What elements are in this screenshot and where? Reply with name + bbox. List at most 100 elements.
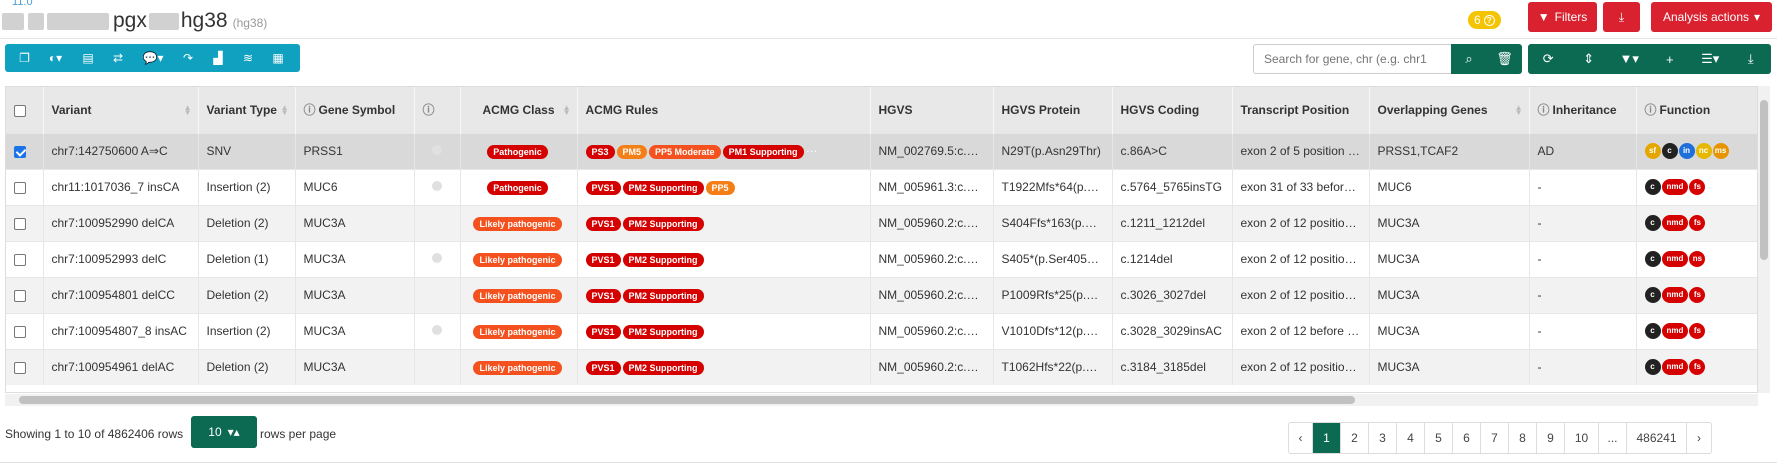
search-input[interactable] [1253, 44, 1451, 74]
share-icon[interactable]: ↷ [173, 44, 203, 72]
variant-cell[interactable]: chr7:100954807_8 insAC [43, 312, 199, 349]
row-checkbox[interactable] [14, 181, 26, 194]
acmg-class-badge: Pathogenic [487, 180, 548, 195]
row-select-cell[interactable] [6, 348, 44, 385]
column-header-acmg-class[interactable]: ACMG Class ▲ ▼ [460, 87, 578, 133]
acmg-rule-badge: PP5 Moderate [649, 144, 721, 159]
page-button[interactable]: 9 [1537, 423, 1565, 453]
question-icon: ? [1483, 14, 1495, 26]
calculator-icon[interactable]: ▦ [263, 44, 293, 72]
variant-cell[interactable]: chr7:142750600 A⇒C [43, 132, 199, 169]
page-button[interactable]: 486241 [1627, 423, 1687, 453]
hgvs-cell: NM_005960.2:c.3184_3185del [870, 348, 994, 385]
gene-symbol-cell[interactable]: MUC6 [295, 168, 415, 205]
search-button[interactable]: ⌕ [1451, 44, 1487, 74]
column-header-inheritance[interactable]: ⓘ Inheritance [1529, 87, 1637, 133]
row-checkbox[interactable] [14, 289, 26, 302]
row-select-cell[interactable] [6, 168, 44, 205]
page-button[interactable]: 6 [1453, 423, 1481, 453]
row-checkbox[interactable] [14, 325, 26, 338]
horizontal-scrollbar[interactable] [5, 394, 1758, 406]
swap-icon[interactable]: ⇄ [103, 44, 133, 72]
page-button[interactable]: 1 [1313, 423, 1341, 453]
page-button[interactable]: 8 [1509, 423, 1537, 453]
scrollbar-thumb[interactable] [19, 396, 1355, 404]
row-checkbox[interactable] [14, 253, 26, 266]
export-csv-icon[interactable]: ▤ [73, 44, 103, 72]
refresh-icon[interactable]: ⟳ [1528, 51, 1569, 67]
vertical-scrollbar[interactable] [1758, 86, 1770, 393]
filters-button[interactable]: ▼ Filters [1528, 2, 1597, 32]
column-header-hgvs-protein[interactable]: HGVS Protein [993, 87, 1113, 133]
gene-symbol-cell[interactable]: MUC3A [295, 240, 415, 277]
status-dot-cell [414, 132, 461, 169]
column-header-info[interactable]: ⓘ [414, 87, 461, 133]
table-row[interactable]: chr11:1017036_7 insCA Insertion (2) MUC6 Pa… [6, 168, 1757, 205]
scrollbar-thumb[interactable] [1760, 100, 1768, 260]
row-select-cell[interactable] [6, 204, 44, 241]
row-checkbox[interactable] [14, 145, 26, 158]
table-row[interactable]: chr7:100954801 delCC Deletion (2) MUC3A Lik… [6, 276, 1757, 313]
hgvs-coding-cell: c.3028_3029insAC [1112, 312, 1233, 349]
column-header-gene-symbol[interactable]: ⓘ Gene Symbol [295, 87, 415, 133]
page-button[interactable]: 7 [1481, 423, 1509, 453]
analysis-actions-button[interactable]: Analysis actions ▾ [1651, 2, 1772, 32]
table-row[interactable]: chr7:100954961 delAC Deletion (2) MUC3A Lik… [6, 348, 1757, 385]
column-header-hgvs-coding[interactable]: HGVS Coding [1112, 87, 1233, 133]
redacted-text [47, 12, 109, 30]
rows-per-page-select[interactable]: 10 ▾▴ [191, 416, 257, 448]
page-button[interactable]: 3 [1369, 423, 1397, 453]
page-button[interactable]: 2 [1341, 423, 1369, 453]
variant-cell[interactable]: chr11:1017036_7 insCA [43, 168, 199, 205]
next-page-button[interactable]: › [1687, 423, 1711, 453]
column-header-hgvs[interactable]: HGVS [870, 87, 994, 133]
gene-symbol-cell[interactable]: MUC3A [295, 276, 415, 313]
row-select-cell[interactable] [6, 132, 44, 169]
gene-symbol-cell[interactable]: MUC3A [295, 348, 415, 385]
gene-symbol-cell[interactable]: PRSS1 [295, 132, 415, 169]
columns-icon[interactable]: ☰▾ [1690, 51, 1731, 67]
variant-cell[interactable]: chr7:100954801 delCC [43, 276, 199, 313]
download-icon[interactable]: ⤓ [1731, 51, 1772, 67]
page-title: pgx hg38 (hg38) [2, 6, 267, 36]
select-all-header[interactable] [6, 87, 44, 133]
column-header-overlapping-genes[interactable]: Overlapping Genes ▲ ▼ [1369, 87, 1530, 133]
column-header-variant-type[interactable]: Variant Type ▲ ▼ [198, 87, 296, 133]
contrast-icon[interactable]: ◐▾ [38, 44, 73, 72]
variant-cell[interactable]: chr7:100954961 delAC [43, 348, 199, 385]
select-all-checkbox[interactable] [14, 104, 26, 117]
prev-page-button[interactable]: ‹ [1289, 423, 1313, 453]
row-select-cell[interactable] [6, 312, 44, 349]
page-button[interactable]: 5 [1425, 423, 1453, 453]
comments-icon[interactable]: 💬▾ [133, 44, 173, 72]
column-header-function[interactable]: ⓘ Function [1636, 87, 1757, 133]
rows-per-page-value: 10 [208, 425, 222, 439]
clear-search-button[interactable]: 🗑 [1487, 44, 1522, 74]
row-checkbox[interactable] [14, 217, 26, 230]
variant-cell[interactable]: chr7:100952990 delCA [43, 204, 199, 241]
column-header-transcript-position[interactable]: Transcript Position [1232, 87, 1370, 133]
transcript-position-cell: exon 2 of 12 before position [1232, 312, 1370, 349]
chart-icon[interactable]: ▟ [203, 44, 233, 72]
download-button[interactable]: ⤓ [1603, 2, 1640, 32]
table-row[interactable]: chr7:100954807_8 insAC Insertion (2) MUC3A… [6, 312, 1757, 349]
page-button[interactable]: 10 [1565, 423, 1599, 453]
add-icon[interactable]: + [1650, 52, 1691, 67]
variant-cell[interactable]: chr7:100952993 delC [43, 240, 199, 277]
row-checkbox[interactable] [14, 362, 26, 375]
copy-icon[interactable]: ❐ [11, 44, 38, 72]
sort-icon[interactable]: ⇕ [1569, 51, 1610, 67]
table-row[interactable]: chr7:100952990 delCA Deletion (2) MUC3A Lik… [6, 204, 1757, 241]
page-button[interactable]: 4 [1397, 423, 1425, 453]
wave-icon[interactable]: ≋ [233, 44, 263, 72]
table-row[interactable]: chr7:100952993 delC Deletion (1) MUC3A Like… [6, 240, 1757, 277]
column-header-variant[interactable]: Variant ▲ ▼ [43, 87, 199, 133]
notifications-badge[interactable]: 6 ? [1468, 11, 1501, 29]
table-row[interactable]: chr7:142750600 A⇒C SNV PRSS1 Pathogenic PS3 P… [6, 132, 1757, 169]
column-header-acmg-rules[interactable]: ACMG Rules [577, 87, 871, 133]
row-select-cell[interactable] [6, 240, 44, 277]
gene-symbol-cell[interactable]: MUC3A [295, 312, 415, 349]
row-select-cell[interactable] [6, 276, 44, 313]
filter-icon[interactable]: ▼▾ [1609, 51, 1650, 67]
gene-symbol-cell[interactable]: MUC3A [295, 204, 415, 241]
